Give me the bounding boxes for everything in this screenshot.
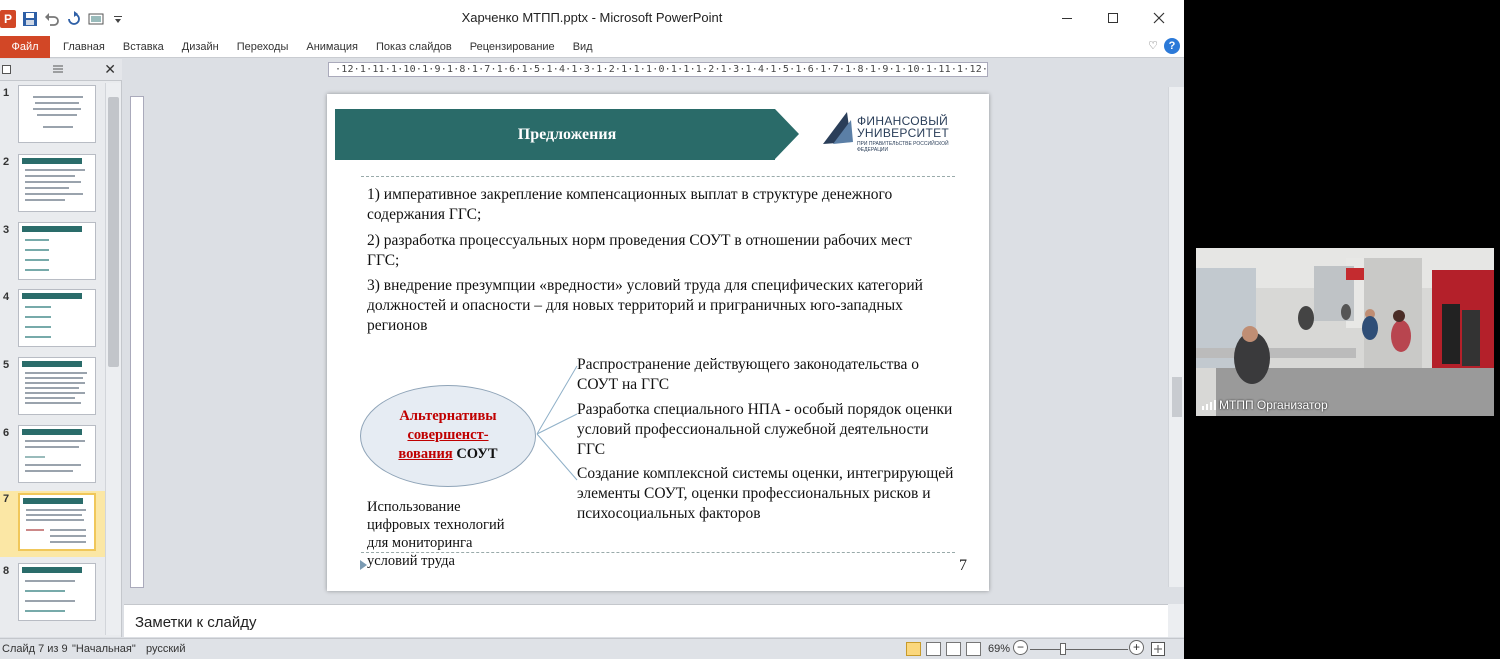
slide-thumbnail-6[interactable]: 6 (0, 425, 110, 487)
proposal-3[interactable]: 3) внедрение презумпции «вредности» усло… (367, 276, 927, 336)
title-bar: P Харченко МТПП.pptx - Microsoft PowerPo… (0, 0, 1184, 36)
webcam-scene-image (1196, 248, 1494, 416)
digital-tech-text[interactable]: Использование цифровых технологий для мо… (367, 498, 557, 570)
notes-placeholder[interactable]: Заметки к слайду (135, 614, 257, 631)
slide-thumbnail-1[interactable]: 1 (0, 85, 110, 147)
participant-name-label: МТПП Организатор (1202, 398, 1328, 412)
tab-home[interactable]: Главная (54, 36, 114, 58)
tab-review[interactable]: Рецензирование (461, 36, 564, 58)
zoom-slider-handle[interactable] (1060, 643, 1066, 655)
normal-view-icon[interactable] (906, 642, 921, 656)
zoom-level[interactable]: 69% (988, 643, 1010, 655)
slide-title[interactable]: Предложения (335, 109, 799, 160)
proposal-2[interactable]: 2) разработка процессуальных норм провед… (367, 231, 927, 271)
alternatives-label: Альтернативы совершенст- вования СОУТ (398, 408, 498, 462)
powerpoint-window: P Харченко МТПП.pptx - Microsoft PowerPo… (0, 0, 1184, 659)
maximize-icon (1108, 13, 1118, 23)
tab-insert[interactable]: Вставка (114, 36, 173, 58)
notes-pane[interactable]: Заметки к слайду (124, 604, 1168, 637)
branch-1[interactable]: Распространение действующего законодател… (577, 355, 957, 395)
reading-view-icon[interactable] (946, 642, 961, 656)
vertical-ruler (130, 96, 144, 588)
signal-strength-icon (1202, 400, 1216, 410)
minimize-icon (1062, 18, 1072, 19)
theme-name[interactable]: "Начальная" (72, 643, 136, 655)
tab-view[interactable]: Вид (564, 36, 602, 58)
tab-transitions[interactable]: Переходы (228, 36, 298, 58)
language[interactable]: русский (146, 643, 185, 655)
zoom-slider[interactable] (1030, 649, 1128, 650)
notes-scrollbar[interactable] (1168, 604, 1184, 637)
close-icon (1153, 12, 1165, 24)
slide-thumbnail-8[interactable]: 8 (0, 563, 110, 625)
slides-tab-icon[interactable] (2, 65, 12, 75)
slide-number: 7 (959, 557, 967, 574)
slide-canvas[interactable]: Предложения ФИНАНСОВЫЙ УНИВЕРСИТЕТ ПРИ ПР… (327, 94, 989, 591)
webcam-video[interactable]: МТПП Организатор (1196, 248, 1494, 416)
tab-file[interactable]: Файл (0, 36, 50, 58)
ribbon-tab-list: Главная Вставка Дизайн Переходы Анимация… (54, 36, 602, 58)
maximize-button[interactable] (1090, 0, 1136, 36)
fit-to-window-icon[interactable] (1150, 641, 1166, 657)
window-title: Харченко МТПП.pptx - Microsoft PowerPoin… (461, 10, 723, 25)
minimize-ribbon-icon[interactable]: ♡ (1148, 39, 1158, 52)
proposal-1[interactable]: 1) императивное закрепление компенсацион… (367, 185, 927, 225)
slide-thumbnail-7[interactable]: 7 (0, 491, 110, 557)
connector-lines (536, 365, 578, 481)
minimize-button[interactable] (1044, 0, 1090, 36)
zoom-in-icon[interactable]: + (1129, 640, 1144, 655)
close-button[interactable] (1136, 0, 1182, 36)
university-logo-icon (823, 112, 853, 144)
tab-design[interactable]: Дизайн (173, 36, 228, 58)
slides-panel-scrollbar[interactable] (105, 83, 121, 635)
divider-bottom (361, 552, 955, 553)
divider-top (361, 176, 955, 177)
outline-tab-icon[interactable] (52, 64, 64, 76)
tab-animations[interactable]: Анимация (297, 36, 367, 58)
zoom-out-icon[interactable]: − (1013, 640, 1028, 655)
slides-panel: ✕ 1 2 3 4 5 6 7 8 (0, 59, 122, 637)
bullet-triangle-icon (360, 560, 367, 570)
slide-count: Слайд 7 из 9 (2, 643, 68, 655)
scrollbar-thumb[interactable] (1172, 377, 1182, 417)
slide-editor: ·12·1·11·1·10·1·9·1·8·1·7·1·6·1·5·1·4·1·… (124, 59, 1184, 603)
slide-sorter-icon[interactable] (926, 642, 941, 656)
horizontal-ruler: ·12·1·11·1·10·1·9·1·8·1·7·1·6·1·5·1·4·1·… (328, 62, 988, 77)
branch-3[interactable]: Создание комплексной системы оценки, инт… (577, 464, 957, 524)
scrollbar-thumb[interactable] (108, 97, 119, 367)
help-icon[interactable]: ? (1164, 38, 1180, 54)
editor-scrollbar[interactable] (1168, 87, 1184, 587)
tab-slideshow[interactable]: Показ слайдов (367, 36, 461, 58)
ribbon-tabs: Файл Главная Вставка Дизайн Переходы Ани… (0, 36, 1184, 58)
slideshow-view-icon[interactable] (966, 642, 981, 656)
slide-thumbnail-4[interactable]: 4 (0, 289, 110, 351)
panel-header: ✕ (0, 59, 122, 81)
status-bar: Слайд 7 из 9 "Начальная" русский 69% − + (0, 638, 1184, 659)
university-logo: ФИНАНСОВЫЙ УНИВЕРСИТЕТ ПРИ ПРАВИТЕЛЬСТВЕ … (821, 104, 951, 153)
slide-thumbnail-3[interactable]: 3 (0, 222, 110, 284)
branch-2[interactable]: Разработка специального НПА - особый пор… (577, 400, 957, 460)
slide-thumbnail-5[interactable]: 5 (0, 357, 110, 419)
panel-close-icon[interactable]: ✕ (104, 61, 116, 78)
slide-thumbnail-2[interactable]: 2 (0, 154, 110, 216)
